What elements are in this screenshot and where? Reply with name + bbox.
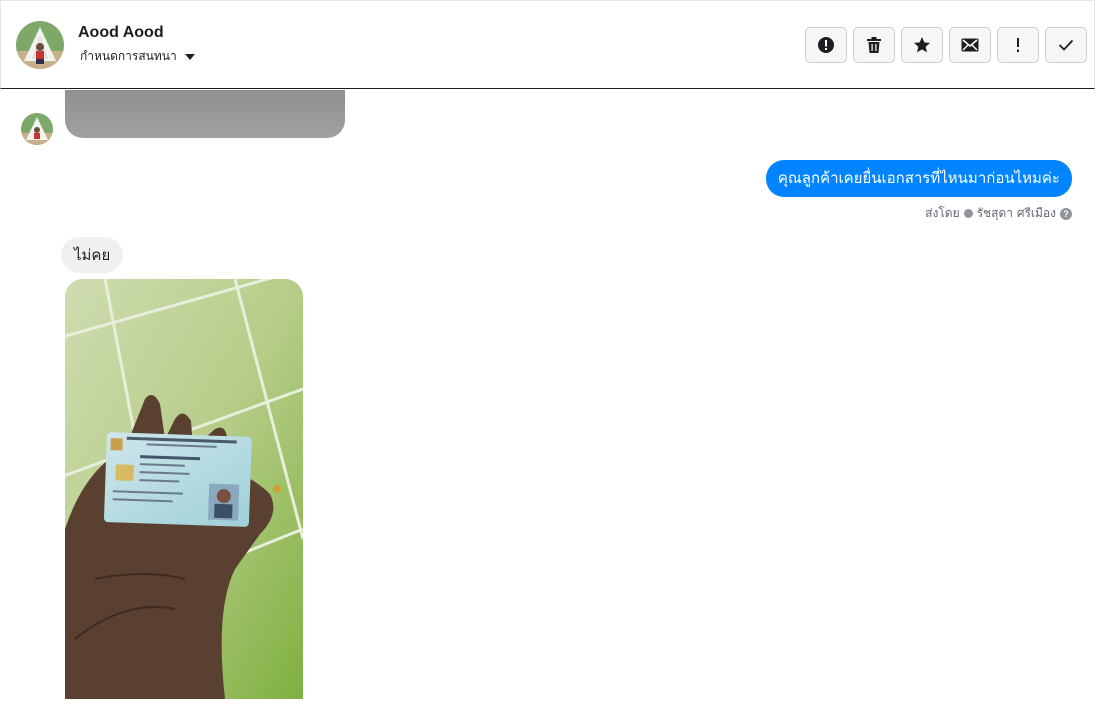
- contact-name[interactable]: Aood Aood: [78, 24, 164, 42]
- trash-icon: [867, 37, 881, 53]
- mark-unread-button[interactable]: [949, 27, 991, 63]
- star-button[interactable]: [901, 27, 943, 63]
- report-spam-button[interactable]: [805, 27, 847, 63]
- contact-avatar-small[interactable]: [21, 113, 53, 145]
- conversation-header: Aood Aood กำหนดการสนทนา: [0, 0, 1095, 89]
- incoming-message-bubble[interactable]: ไม่คย: [61, 237, 124, 273]
- envelope-icon: [961, 38, 979, 52]
- contact-avatar[interactable]: [16, 21, 64, 69]
- mark-done-button[interactable]: [1045, 27, 1087, 63]
- sent-by-label: ส่งโดย: [925, 206, 960, 220]
- outgoing-message-bubble[interactable]: คุณลูกค้าเคยยื่นเอกสารที่ไหนมาก่อนไหมค่ะ: [765, 160, 1072, 197]
- exclamation-icon: [1017, 38, 1019, 52]
- sent-by-info: ส่งโดย รัชสุดา ศรีเมือง ?: [925, 204, 1072, 223]
- star-icon: [914, 37, 930, 53]
- agent-status-icon: [963, 209, 973, 218]
- exclamation-circle-icon: [818, 37, 834, 53]
- checkmark-icon: [1058, 39, 1074, 51]
- message-thread[interactable]: คุณลูกค้าเคยยื่นเอกสารที่ไหนมาก่อนไหมค่ะ…: [0, 90, 1095, 705]
- mark-important-button[interactable]: [997, 27, 1039, 63]
- delete-button[interactable]: [853, 27, 895, 63]
- id-card-photo-attachment[interactable]: [65, 279, 303, 699]
- conversation-settings-dropdown[interactable]: กำหนดการสนทนา: [80, 47, 195, 66]
- previous-image-attachment[interactable]: [65, 90, 345, 138]
- conversation-toolbar: [805, 27, 1087, 63]
- sent-by-name[interactable]: รัชสุดา ศรีเมือง: [977, 204, 1056, 223]
- question-mark-icon[interactable]: ?: [1060, 207, 1072, 220]
- conversation-settings-label: กำหนดการสนทนา: [80, 49, 177, 63]
- caret-down-icon: [184, 53, 195, 60]
